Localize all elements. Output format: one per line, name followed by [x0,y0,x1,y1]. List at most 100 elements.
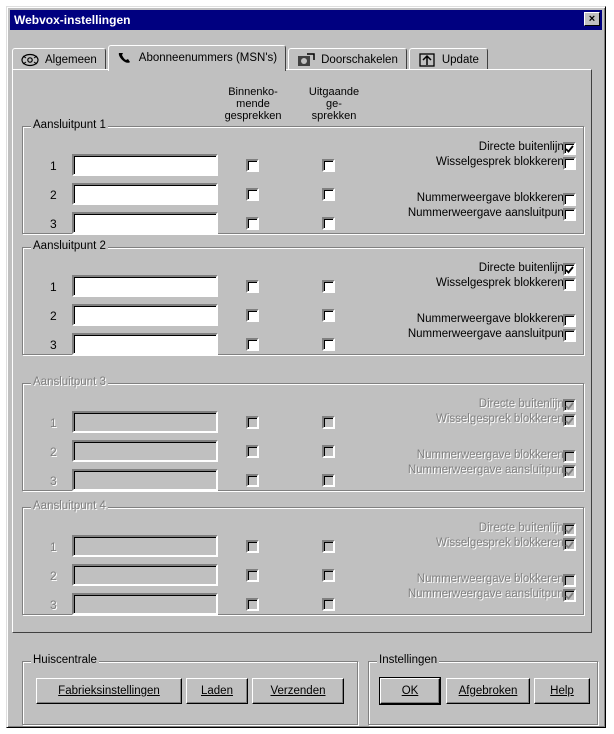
incoming-checkbox[interactable] [246,159,259,172]
gear-icon [21,53,39,66]
outgoing-checkbox[interactable] [322,598,335,611]
checkmark-icon [565,144,574,153]
update-icon [419,52,435,67]
msn-input[interactable] [72,304,218,326]
outgoing-checkbox[interactable] [322,474,335,487]
block-number-display-checkbox[interactable] [563,193,576,206]
row-number: 3 [50,474,57,488]
outgoing-checkbox[interactable] [322,416,335,429]
block-number-display-label: Nummerweergave blokkeren: [416,573,567,585]
cancel-button[interactable]: Afgebroken [446,678,530,704]
checkmark-icon [565,401,574,410]
msn-input[interactable] [72,593,218,615]
outgoing-checkbox[interactable] [322,445,335,458]
checkmark-icon [565,265,574,274]
port-group-label: Aansluitpunt 3 [31,376,108,388]
outgoing-checkbox[interactable] [322,280,335,293]
outgoing-checkbox[interactable] [322,569,335,582]
block-call-waiting-checkbox[interactable] [563,157,576,170]
outgoing-checkbox[interactable] [322,188,335,201]
row-number: 2 [50,569,57,583]
number-display-port-checkbox[interactable] [563,329,576,342]
row-number: 1 [50,159,57,173]
block-call-waiting-label: Wisselgesprek blokkeren: [435,537,567,549]
checkmark-icon [565,540,574,549]
incoming-checkbox[interactable] [246,338,259,351]
tab-update[interactable]: Update [408,48,488,70]
title-bar: Webvox-instellingen × [10,10,602,30]
tab-msn[interactable]: Abonneenummers (MSN's) [107,45,287,71]
block-number-display-checkbox[interactable] [563,574,576,587]
block-number-display-checkbox[interactable] [563,314,576,327]
row-number: 3 [50,598,57,612]
msn-input[interactable] [72,535,218,557]
number-display-port-label: Nummerweergave aansluitpunt [407,588,567,600]
factory-settings-button[interactable]: Fabrieksinstellingen [36,678,182,704]
block-call-waiting-checkbox[interactable] [563,278,576,291]
window-title: Webvox-instellingen [14,13,131,27]
row-number: 3 [50,217,57,231]
telephone-icon [118,53,130,63]
msn-input[interactable] [72,183,218,205]
incoming-checkbox[interactable] [246,188,259,201]
number-display-port-checkbox[interactable] [563,208,576,221]
port-group-label: Aansluitpunt 4 [31,500,108,512]
direct-line-label: Directe buitenlijn: [478,141,567,153]
tab-algemeen[interactable]: Algemeen [12,48,106,70]
incoming-checkbox[interactable] [246,569,259,582]
block-number-display-checkbox[interactable] [563,450,576,463]
msn-input[interactable] [72,333,218,355]
msn-input[interactable] [72,154,218,176]
ok-button[interactable]: OK [379,677,441,705]
incoming-checkbox[interactable] [246,280,259,293]
outgoing-checkbox[interactable] [322,540,335,553]
tab-doorschakelen[interactable]: Doorschakelen [288,48,407,70]
row-number: 2 [50,188,57,202]
direct-line-checkbox[interactable] [563,523,576,536]
help-button[interactable]: Help [534,678,590,704]
msn-input[interactable] [72,440,218,462]
incoming-checkbox[interactable] [246,445,259,458]
incoming-checkbox[interactable] [246,217,259,230]
row-number: 3 [50,338,57,352]
direct-line-checkbox[interactable] [563,142,576,155]
block-call-waiting-label: Wisselgesprek blokkeren: [435,156,567,168]
incoming-checkbox[interactable] [246,474,259,487]
tab-label: Update [441,53,479,66]
msn-input[interactable] [72,564,218,586]
incoming-checkbox[interactable] [246,540,259,553]
direct-line-checkbox[interactable] [563,399,576,412]
instellingen-label: Instellingen [377,654,440,666]
direct-line-checkbox[interactable] [563,263,576,276]
outgoing-checkbox[interactable] [322,309,335,322]
load-button[interactable]: Laden [186,678,248,704]
number-display-port-checkbox[interactable] [563,465,576,478]
close-button[interactable]: × [584,12,600,26]
outgoing-checkbox[interactable] [322,338,335,351]
msn-input[interactable] [72,469,218,491]
block-number-display-label: Nummerweergave blokkeren: [416,192,567,204]
outgoing-checkbox[interactable] [322,217,335,230]
row-number: 1 [50,280,57,294]
checkmark-icon [565,416,574,425]
row-number: 2 [50,445,57,459]
incoming-checkbox[interactable] [246,416,259,429]
msn-input[interactable] [72,212,218,234]
send-button[interactable]: Verzenden [252,678,344,704]
msn-input[interactable] [72,275,218,297]
incoming-checkbox[interactable] [246,309,259,322]
block-number-display-label: Nummerweergave blokkeren: [416,449,567,461]
number-display-port-label: Nummerweergave aansluitpunt [407,328,567,340]
tab-label: Algemeen [45,53,97,66]
block-call-waiting-checkbox[interactable] [563,414,576,427]
number-display-port-checkbox[interactable] [563,589,576,602]
port-group-label: Aansluitpunt 2 [31,240,108,252]
block-call-waiting-checkbox[interactable] [563,538,576,551]
incoming-checkbox[interactable] [246,598,259,611]
msn-input[interactable] [72,411,218,433]
huiscentrale-label: Huiscentrale [31,654,99,666]
outgoing-checkbox[interactable] [322,159,335,172]
tab-label: Abonneenummers (MSN's) [138,52,278,64]
direct-line-label: Directe buitenlijn: [478,522,567,534]
direct-line-label: Directe buitenlijn: [478,262,567,274]
